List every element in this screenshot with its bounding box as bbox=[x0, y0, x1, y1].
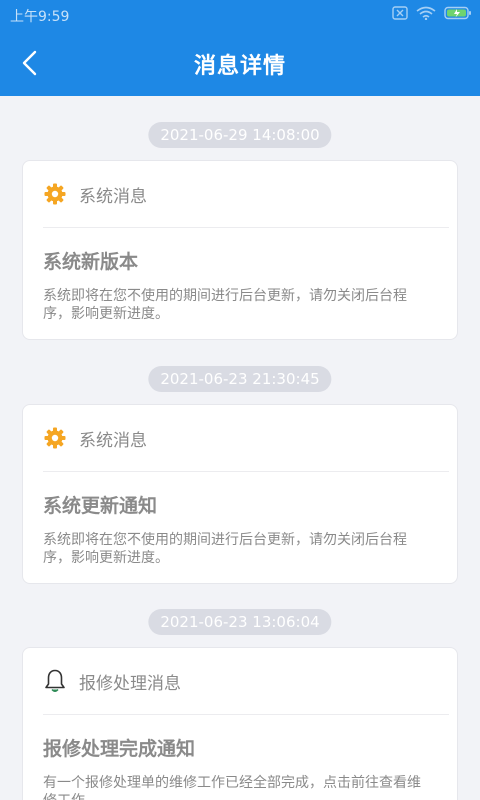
card-header: 报修处理消息 bbox=[43, 664, 437, 698]
gear-icon bbox=[43, 426, 67, 450]
message-title: 系统更新通知 bbox=[43, 495, 158, 517]
nav-bar: 消息详情 bbox=[0, 32, 480, 96]
status-time: 上午9:59 bbox=[10, 9, 70, 25]
message-body: 系统即将在您不使用的期间进行后台更新，请勿关闭后台程序，影响更新进度。 bbox=[43, 288, 407, 322]
message-list[interactable]: 2021-06-29 14:08:00 系统消息 系统新版本 系统即将在您不使用… bbox=[0, 96, 480, 800]
message-category: 系统消息 bbox=[79, 186, 147, 207]
timestamp-pill: 2021-06-23 21:30:45 bbox=[148, 366, 332, 392]
message-body: 系统即将在您不使用的期间进行后台更新，请勿关闭后台程序，影响更新进度。 bbox=[43, 532, 407, 566]
page-title: 消息详情 bbox=[193, 54, 286, 79]
message-card[interactable]: 系统消息 系统更新通知 系统即将在您不使用的期间进行后台更新，请勿关闭后台程序，… bbox=[22, 404, 458, 584]
card-header: 系统消息 bbox=[43, 177, 437, 211]
divider bbox=[43, 227, 449, 228]
message-title: 系统新版本 bbox=[43, 251, 139, 273]
bell-icon bbox=[43, 669, 67, 693]
timestamp-pill: 2021-06-29 14:08:00 bbox=[148, 122, 332, 148]
battery-charging-icon bbox=[444, 6, 471, 20]
gear-icon bbox=[43, 182, 67, 206]
timestamp-pill: 2021-06-23 13:06:04 bbox=[148, 609, 332, 635]
message-card[interactable]: 系统消息 系统新版本 系统即将在您不使用的期间进行后台更新，请勿关闭后台程序，影… bbox=[22, 160, 458, 340]
card-header: 系统消息 bbox=[43, 421, 437, 455]
message-title: 报修处理完成通知 bbox=[43, 738, 196, 760]
wifi-icon bbox=[416, 6, 436, 20]
sim-off-icon bbox=[392, 6, 408, 20]
message-card[interactable]: 报修处理消息 报修处理完成通知 有一个报修处理单的维修工作已经全部完成，点击前往… bbox=[22, 647, 458, 800]
divider bbox=[43, 471, 449, 472]
divider bbox=[43, 714, 449, 715]
app-header: 上午9:59 消息详情 bbox=[0, 0, 480, 96]
message-category: 系统消息 bbox=[79, 430, 147, 451]
status-bar: 上午9:59 bbox=[0, 0, 480, 32]
message-category: 报修处理消息 bbox=[79, 673, 181, 694]
message-body: 有一个报修处理单的维修工作已经全部完成，点击前往查看维修工作 bbox=[43, 775, 421, 800]
status-icons bbox=[392, 6, 472, 20]
